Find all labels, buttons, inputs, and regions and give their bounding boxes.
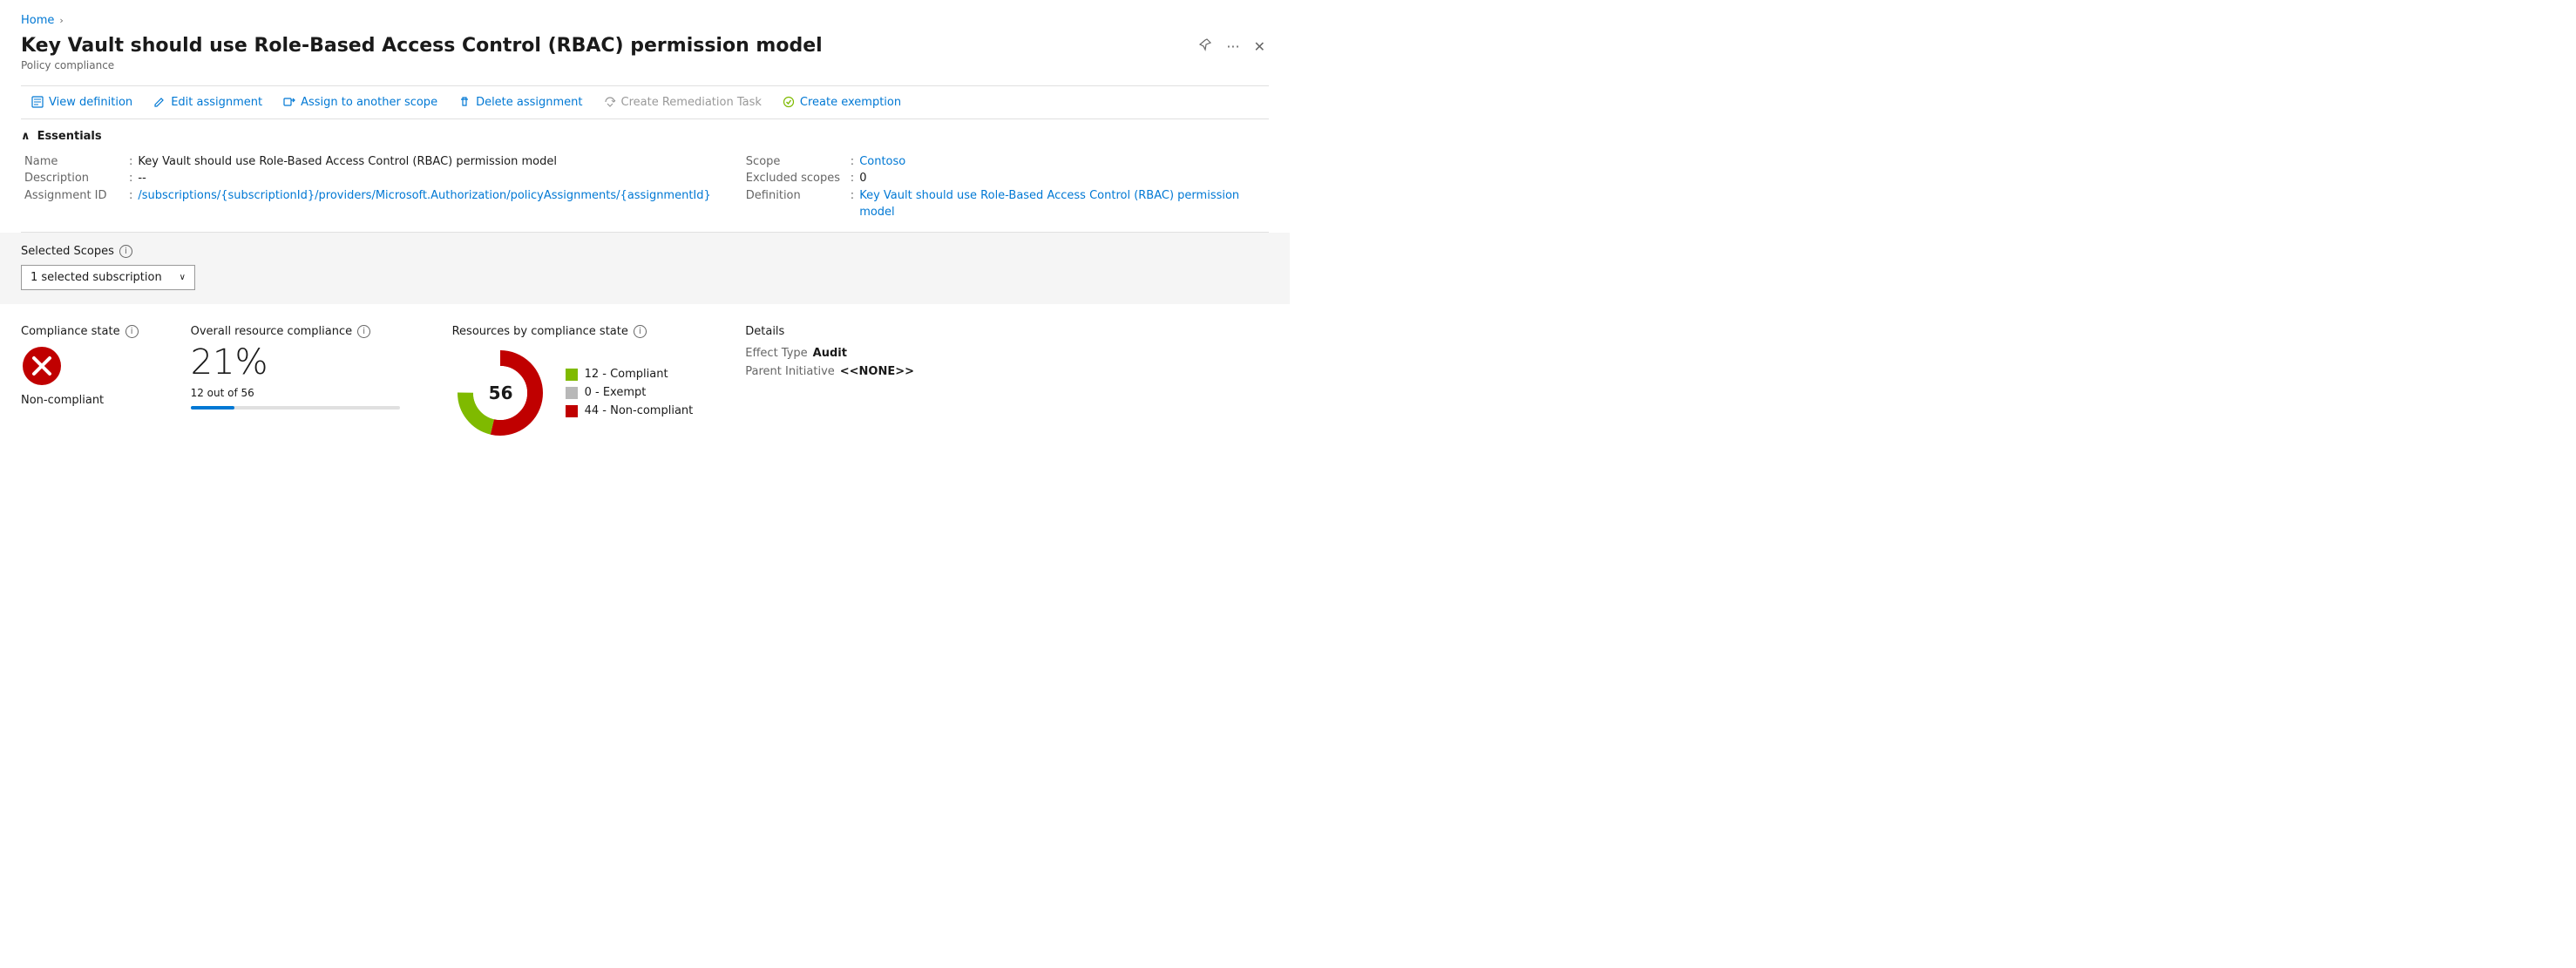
- collapse-icon: ∧: [21, 130, 31, 143]
- details-parent-initiative-label: Parent Initiative: [745, 365, 835, 378]
- details-effect-type-label: Effect Type: [745, 347, 807, 360]
- chevron-down-icon: ∨: [180, 273, 186, 282]
- legend-noncompliant: 44 - Non-compliant: [566, 404, 694, 417]
- legend-compliant-label: 12 - Compliant: [585, 368, 668, 381]
- resources-by-state-title: Resources by compliance state i: [452, 325, 694, 338]
- essentials-definition-value[interactable]: Key Vault should use Role-Based Access C…: [859, 187, 1265, 221]
- details-parent-initiative-row: Parent Initiative <<NONE>>: [745, 365, 914, 378]
- essentials-grid: Name : Key Vault should use Role-Based A…: [21, 153, 1269, 221]
- assign-to-scope-label: Assign to another scope: [301, 96, 437, 109]
- resources-by-state-block: Resources by compliance state i: [452, 325, 694, 441]
- progress-bar-container: [191, 406, 400, 410]
- essentials-definition-label: Definition: [746, 187, 851, 205]
- details-effect-type-value: Audit: [813, 347, 847, 360]
- create-exemption-button[interactable]: Create exemption: [772, 91, 912, 113]
- create-remediation-button[interactable]: Create Remediation Task: [593, 91, 772, 113]
- legend-noncompliant-color: [566, 405, 578, 417]
- remediation-icon: [604, 96, 616, 108]
- essentials-name-value: Key Vault should use Role-Based Access C…: [138, 153, 557, 171]
- compliance-state-title: Compliance state i: [21, 325, 139, 338]
- overall-info-icon[interactable]: i: [357, 325, 370, 338]
- scopes-info-icon[interactable]: i: [119, 245, 132, 258]
- essentials-assignment-id-label: Assignment ID: [24, 187, 129, 205]
- legend-exempt-color: [566, 387, 578, 399]
- essentials-description-value: --: [138, 170, 146, 187]
- essentials-header[interactable]: ∧ Essentials: [21, 130, 1269, 143]
- page-title: Key Vault should use Role-Based Access C…: [21, 34, 1195, 59]
- progress-bar-fill: [191, 406, 234, 410]
- legend-compliant: 12 - Compliant: [566, 368, 694, 381]
- view-definition-button[interactable]: View definition: [21, 91, 143, 113]
- essentials-scope-row: Scope : Contoso: [746, 153, 1265, 171]
- scopes-label-text: Selected Scopes: [21, 245, 114, 258]
- edit-assignment-icon: [153, 96, 166, 108]
- create-remediation-label: Create Remediation Task: [621, 96, 762, 109]
- details-title: Details: [745, 325, 914, 338]
- details-effect-type-row: Effect Type Audit: [745, 347, 914, 360]
- pin-icon[interactable]: [1195, 34, 1216, 58]
- view-definition-icon: [31, 96, 44, 108]
- essentials-section: ∧ Essentials Name : Key Vault should use…: [21, 119, 1269, 233]
- metrics-section: Compliance state i Non-compliant Overall…: [21, 304, 1269, 462]
- essentials-name-row: Name : Key Vault should use Role-Based A…: [24, 153, 711, 171]
- essentials-definition-row: Definition : Key Vault should use Role-B…: [746, 187, 1265, 221]
- edit-assignment-label: Edit assignment: [171, 96, 262, 109]
- legend-noncompliant-label: 44 - Non-compliant: [585, 404, 694, 417]
- more-options-icon[interactable]: ···: [1223, 35, 1243, 58]
- donut-center-label: 56: [485, 382, 517, 403]
- details-block: Details Effect Type Audit Parent Initiat…: [745, 325, 914, 378]
- overall-detail: 12 out of 56: [191, 387, 400, 399]
- compliance-state-icon: [21, 345, 63, 387]
- essentials-assignment-id-row: Assignment ID : /subscriptions/{subscrip…: [24, 187, 711, 205]
- assign-scope-icon: [283, 96, 295, 108]
- scopes-section: Selected Scopes i 1 selected subscriptio…: [0, 233, 1290, 304]
- essentials-title: Essentials: [37, 130, 102, 143]
- page-header: Key Vault should use Role-Based Access C…: [21, 34, 1269, 82]
- view-definition-label: View definition: [49, 96, 132, 109]
- toolbar: View definition Edit assignment Assign t…: [21, 85, 1269, 119]
- header-actions: ··· ✕: [1195, 34, 1269, 58]
- page-subtitle: Policy compliance: [21, 59, 1195, 71]
- details-parent-initiative-value: <<NONE>>: [840, 365, 914, 378]
- overall-compliance-title: Overall resource compliance i: [191, 325, 400, 338]
- close-icon[interactable]: ✕: [1251, 35, 1269, 58]
- edit-assignment-button[interactable]: Edit assignment: [143, 91, 273, 113]
- delete-icon: [458, 96, 471, 108]
- compliance-state-label: Non-compliant: [21, 394, 139, 407]
- legend-exempt-label: 0 - Exempt: [585, 386, 647, 399]
- essentials-assignment-id-value[interactable]: /subscriptions/{subscriptionId}/provider…: [138, 187, 710, 205]
- essentials-description-row: Description : --: [24, 170, 711, 187]
- overall-percent: 21%: [191, 345, 400, 380]
- essentials-description-label: Description: [24, 170, 129, 187]
- exemption-icon: [783, 96, 795, 108]
- essentials-scope-label: Scope: [746, 153, 851, 171]
- scope-dropdown-value: 1 selected subscription: [31, 271, 162, 284]
- overall-compliance-block: Overall resource compliance i 21% 12 out…: [191, 325, 400, 410]
- breadcrumb: Home ›: [21, 14, 1269, 27]
- legend: 12 - Compliant 0 - Exempt 44 - Non-compl…: [566, 368, 694, 417]
- essentials-excluded-scopes-value: 0: [859, 170, 866, 187]
- scopes-label-row: Selected Scopes i: [21, 245, 1269, 258]
- legend-exempt: 0 - Exempt: [566, 386, 694, 399]
- essentials-name-label: Name: [24, 153, 129, 171]
- compliance-info-icon[interactable]: i: [125, 325, 139, 338]
- delete-assignment-button[interactable]: Delete assignment: [448, 91, 593, 113]
- essentials-excluded-scopes-label: Excluded scopes: [746, 170, 851, 187]
- scope-dropdown[interactable]: 1 selected subscription ∨: [21, 265, 195, 290]
- legend-compliant-color: [566, 369, 578, 381]
- assign-to-scope-button[interactable]: Assign to another scope: [273, 91, 448, 113]
- resources-info-icon[interactable]: i: [634, 325, 647, 338]
- create-exemption-label: Create exemption: [800, 96, 901, 109]
- donut-container: 56 12 - Compliant 0 - Exempt 44 - Non-co…: [452, 345, 694, 441]
- essentials-excluded-scopes-row: Excluded scopes : 0: [746, 170, 1265, 187]
- breadcrumb-home[interactable]: Home: [21, 14, 54, 27]
- breadcrumb-sep: ›: [59, 15, 63, 26]
- delete-assignment-label: Delete assignment: [476, 96, 582, 109]
- essentials-scope-value[interactable]: Contoso: [859, 153, 905, 171]
- compliance-state-block: Compliance state i Non-compliant: [21, 325, 139, 407]
